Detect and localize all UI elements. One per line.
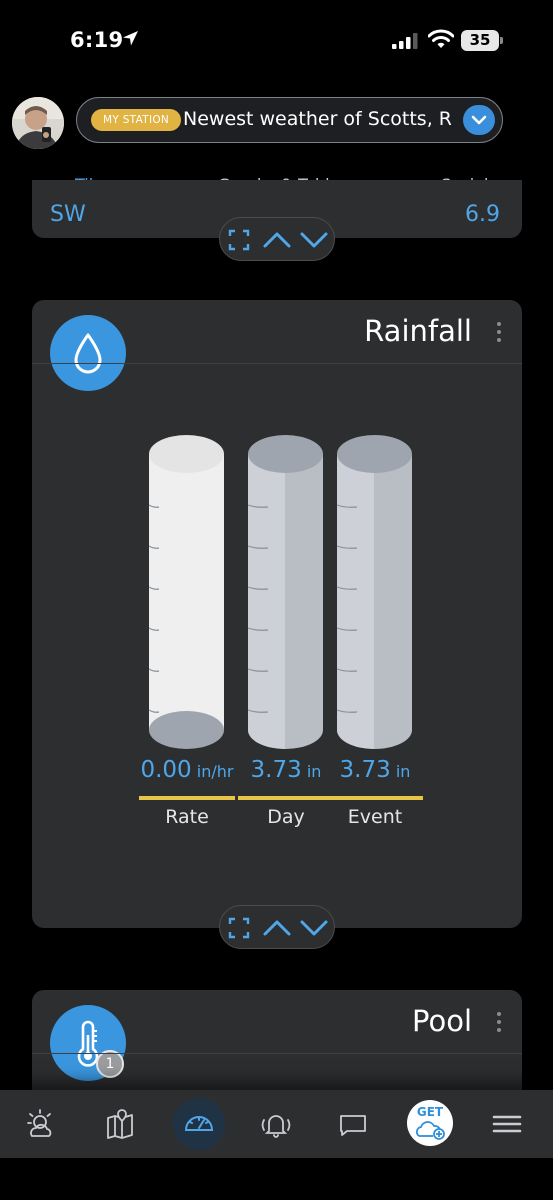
day-value: 3.73 <box>250 757 302 783</box>
rate-value: 0.00 <box>140 757 192 783</box>
event-value: 3.73 <box>339 757 391 783</box>
battery-level: 35 <box>469 31 491 49</box>
move-up-icon[interactable] <box>262 230 292 250</box>
rain-gauges <box>148 435 412 749</box>
chevron-down-icon <box>471 115 487 125</box>
station-dropdown-button[interactable] <box>463 105 495 135</box>
get-cloud-icon <box>416 1121 445 1140</box>
day-label: Day <box>267 806 305 828</box>
wind-direction-value: SW <box>50 202 86 227</box>
bottom-nav: GET <box>0 1090 553 1158</box>
rate-unit: in/hr <box>196 762 234 781</box>
move-down-icon[interactable] <box>299 230 329 250</box>
event-gauge-cylinder <box>336 435 412 749</box>
day-unit: in <box>306 762 322 781</box>
battery-indicator: 35 <box>461 30 503 51</box>
tile-menu-icon[interactable] <box>496 1012 502 1036</box>
status-bar: 6:19 35 <box>0 0 553 80</box>
chat-icon[interactable] <box>333 1104 373 1144</box>
location-arrow-icon <box>123 31 138 46</box>
event-underline <box>327 796 423 800</box>
divider <box>32 1053 522 1054</box>
rate-label: Rate <box>165 806 209 828</box>
rate-reading: 0.00 in/hr <box>139 757 235 783</box>
sensor-count-badge: 1 <box>96 1050 124 1078</box>
my-station-badge: MY STATION <box>91 109 182 131</box>
wind-speed-value: 6.9 <box>465 202 500 227</box>
day-gauge-cylinder <box>247 435 323 749</box>
dashboard-icon <box>184 1116 214 1131</box>
map-icon[interactable] <box>100 1104 140 1144</box>
move-up-icon[interactable] <box>262 918 292 938</box>
cellular-signal-icon <box>392 33 418 49</box>
menu-icon[interactable] <box>487 1104 527 1144</box>
rate-gauge-cylinder <box>148 435 224 749</box>
avatar[interactable] <box>12 97 64 149</box>
dashboard-button-active[interactable] <box>173 1098 225 1150</box>
pool-title: Pool <box>412 1004 472 1038</box>
rainfall-tile: Rainfall 0.00 in/hr Rate 3.73 in Day 3.7… <box>32 300 522 928</box>
rate-underline <box>139 796 235 800</box>
status-time: 6:19 <box>70 28 124 52</box>
wifi-icon <box>428 29 454 48</box>
event-unit: in <box>395 762 411 781</box>
station-selector[interactable]: MY STATION Newest weather of Scotts, Re <box>76 97 503 143</box>
get-cloud-button[interactable]: GET <box>407 1100 453 1146</box>
event-label: Event <box>347 806 403 828</box>
tile-controls-previous <box>219 217 335 261</box>
day-reading: 3.73 in <box>238 757 334 783</box>
event-reading: 3.73 in <box>327 757 423 783</box>
alerts-icon[interactable] <box>256 1104 296 1144</box>
expand-icon[interactable] <box>228 229 250 251</box>
day-underline <box>238 796 334 800</box>
station-name: Newest weather of Scotts, Re <box>183 108 451 130</box>
move-down-icon[interactable] <box>299 918 329 938</box>
expand-icon[interactable] <box>228 917 250 939</box>
weather-icon[interactable] <box>22 1104 62 1144</box>
tile-controls-rainfall <box>219 905 335 949</box>
